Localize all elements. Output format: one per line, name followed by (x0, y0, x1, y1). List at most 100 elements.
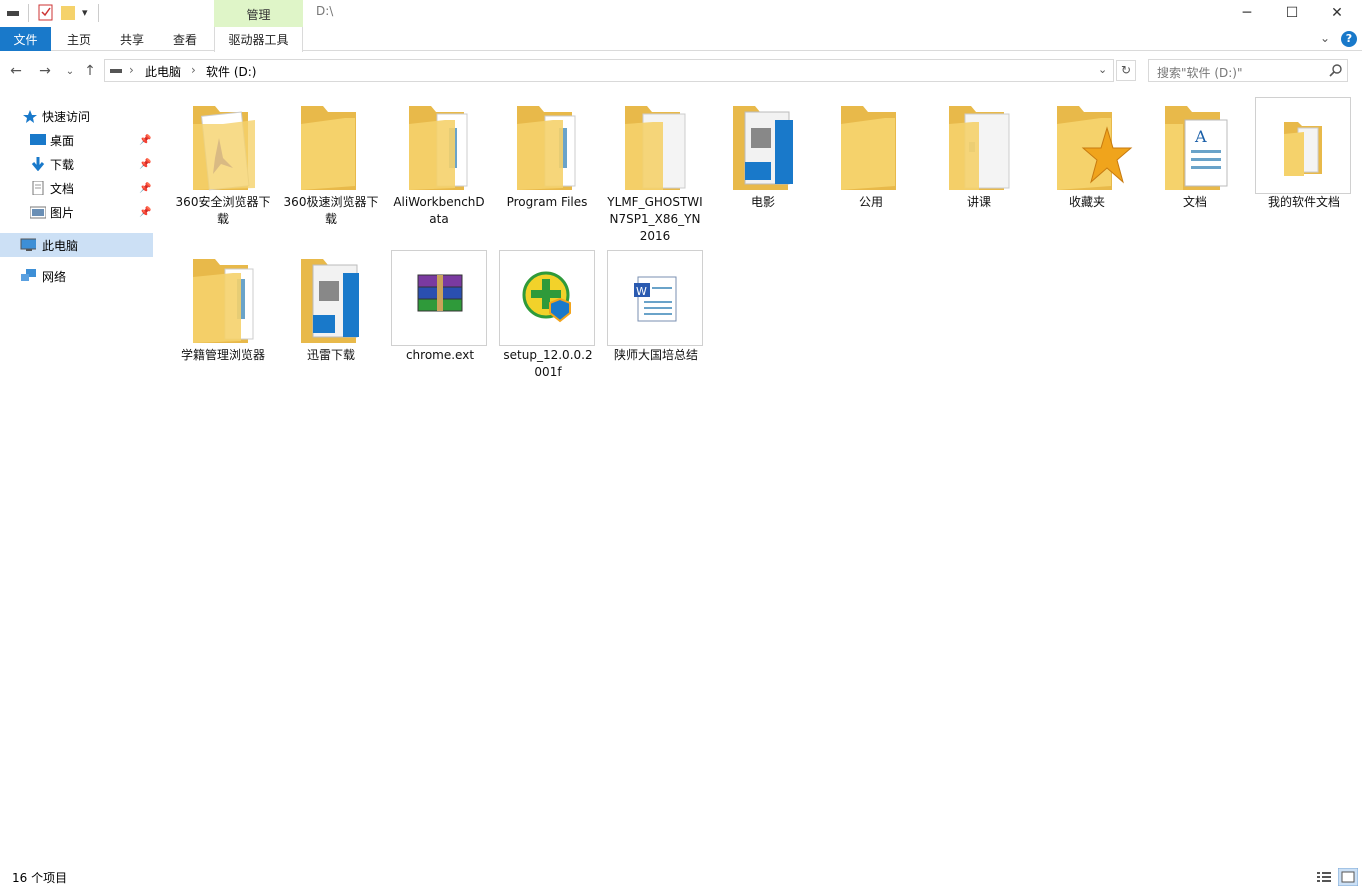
sidebar-item-label: 快速访问 (42, 109, 91, 124)
details-view-icon[interactable] (1316, 870, 1332, 884)
folder-icon (193, 106, 255, 191)
sidebar-item-desktop[interactable]: 桌面 📌 (0, 129, 153, 151)
sidebar-item-downloads[interactable]: 下载 📌 (0, 153, 153, 175)
file-item[interactable]: chrome.ext (391, 250, 487, 362)
sidebar-item-label: 此电脑 (42, 238, 79, 253)
sidebar-item-label: 下载 (50, 157, 75, 172)
folder-icon (1284, 122, 1322, 176)
sidebar-item-this-pc[interactable]: 此电脑 (0, 233, 153, 257)
download-arrow-icon (31, 157, 45, 171)
network-icon (21, 269, 36, 281)
minimize-button[interactable]: ─ (1224, 0, 1270, 26)
file-name: 360极速浏览器下载 (283, 195, 379, 226)
tab-view[interactable]: 查看 (161, 27, 209, 51)
file-item[interactable]: setup_12.0.0.2001f (499, 250, 595, 379)
breadcrumb-separator[interactable]: › (129, 63, 134, 77)
file-name: 我的软件文档 (1267, 195, 1340, 209)
separator (28, 4, 29, 22)
file-name: setup_12.0.0.2001f (503, 348, 593, 379)
documents-folder-icon: A (1165, 106, 1228, 190)
folder-video-icon (733, 106, 793, 190)
folder-icon (517, 106, 576, 190)
computer-icon (20, 238, 36, 251)
item-count: 16 个项目 (12, 871, 68, 885)
tab-file[interactable]: 文件 (0, 27, 51, 51)
sidebar-item-documents[interactable]: 文档 📌 (0, 177, 153, 199)
folder-icon (841, 106, 896, 190)
sidebar-item-label: 桌面 (50, 133, 75, 148)
search-box[interactable]: 搜索"软件 (D:)" (1148, 59, 1348, 82)
word-document-icon: W (634, 276, 677, 322)
folder-icon (949, 106, 1010, 190)
breadcrumb-drive-d[interactable]: 软件 (D:) (206, 63, 256, 80)
forward-button[interactable]: → (35, 61, 55, 81)
folder-icon (625, 106, 686, 190)
sidebar-item-label: 图片 (50, 205, 75, 220)
help-button[interactable]: ? (1341, 31, 1357, 47)
breadcrumb-this-pc[interactable]: 此电脑 (145, 63, 181, 80)
recent-locations-button[interactable]: ⌄ (60, 61, 80, 81)
sidebar-item-label: 文档 (50, 181, 75, 196)
sidebar-item-label: 网络 (42, 269, 67, 284)
sidebar-item-network[interactable]: 网络 (0, 265, 153, 287)
close-button[interactable]: ✕ (1314, 0, 1360, 26)
properties-icon[interactable] (38, 4, 54, 22)
address-dropdown-icon[interactable]: ⌄ (1098, 63, 1107, 76)
tab-manage[interactable]: 管理 (214, 0, 303, 28)
document-icon (32, 181, 44, 195)
file-name: YLMF_GHOSTWIN7SP1_X86_YN2016 (607, 195, 703, 243)
folder-icon (301, 106, 356, 190)
folder-video-icon (301, 259, 359, 343)
large-icons-view-icon[interactable] (1338, 868, 1358, 886)
file-name: 360安全浏览器下载 (175, 195, 271, 226)
customize-toolbar-icon[interactable]: ▾ (82, 6, 88, 19)
address-bar[interactable]: › 此电脑 › 软件 (D:) ⌄ (104, 59, 1114, 82)
picture-icon (30, 206, 46, 219)
file-name: 讲课 (966, 195, 991, 209)
svg-text:W: W (636, 285, 647, 298)
file-name: Program Files (506, 195, 588, 209)
file-name: 学籍管理浏览器 (180, 348, 265, 362)
breadcrumb-separator[interactable]: › (191, 63, 196, 77)
status-bar: 16 个项目 (0, 866, 1362, 890)
sidebar-item-pictures[interactable]: 图片 📌 (0, 201, 153, 223)
drive-icon (7, 11, 19, 16)
file-name: 文档 (1182, 195, 1207, 209)
file-name: 公用 (858, 195, 883, 209)
new-folder-icon[interactable] (60, 4, 76, 22)
title-bar: ▾ 管理 D:\ ─ ☐ ✕ (0, 0, 1362, 28)
winrar-archive-icon (417, 274, 463, 312)
svg-text:A: A (1194, 127, 1207, 146)
search-icon (1329, 64, 1342, 77)
window-title: D:\ (316, 4, 334, 18)
file-name: AliWorkbenchData (393, 195, 485, 226)
file-name: 陕师大国培总结 (613, 348, 698, 362)
file-name: 迅雷下载 (306, 348, 355, 362)
file-name: 收藏夹 (1068, 195, 1105, 209)
file-item[interactable]: 我的软件文档 (1255, 97, 1351, 209)
folder-icon (193, 259, 254, 343)
sidebar-item-quick-access[interactable]: 快速访问 (0, 105, 153, 127)
folder-icon (409, 106, 468, 190)
pin-icon: 📌 (139, 206, 152, 218)
pin-icon: 📌 (139, 134, 152, 146)
refresh-button[interactable]: ↻ (1116, 60, 1136, 81)
favorites-folder-icon (1057, 106, 1133, 190)
desktop-icon (30, 134, 46, 145)
back-button[interactable]: ← (6, 61, 26, 81)
up-button[interactable]: ↑ (80, 61, 100, 81)
file-item[interactable]: W 陕师大国培总结 (607, 250, 703, 362)
drive-icon (110, 69, 122, 73)
tab-home[interactable]: 主页 (55, 27, 103, 51)
separator (98, 4, 99, 22)
tab-share[interactable]: 共享 (108, 27, 156, 51)
pin-icon: 📌 (139, 158, 152, 170)
pin-icon: 📌 (139, 182, 152, 194)
search-placeholder: 搜索"软件 (D:)" (1157, 66, 1243, 80)
tab-drive-tools[interactable]: 驱动器工具 (214, 27, 303, 52)
file-name: 电影 (750, 195, 775, 209)
maximize-button[interactable]: ☐ (1269, 0, 1315, 26)
ribbon-tabs: 文件 主页 共享 查看 驱动器工具 ⌄ ? (0, 27, 1362, 52)
expand-ribbon-icon[interactable]: ⌄ (1320, 31, 1330, 45)
file-name: chrome.ext (405, 348, 475, 362)
